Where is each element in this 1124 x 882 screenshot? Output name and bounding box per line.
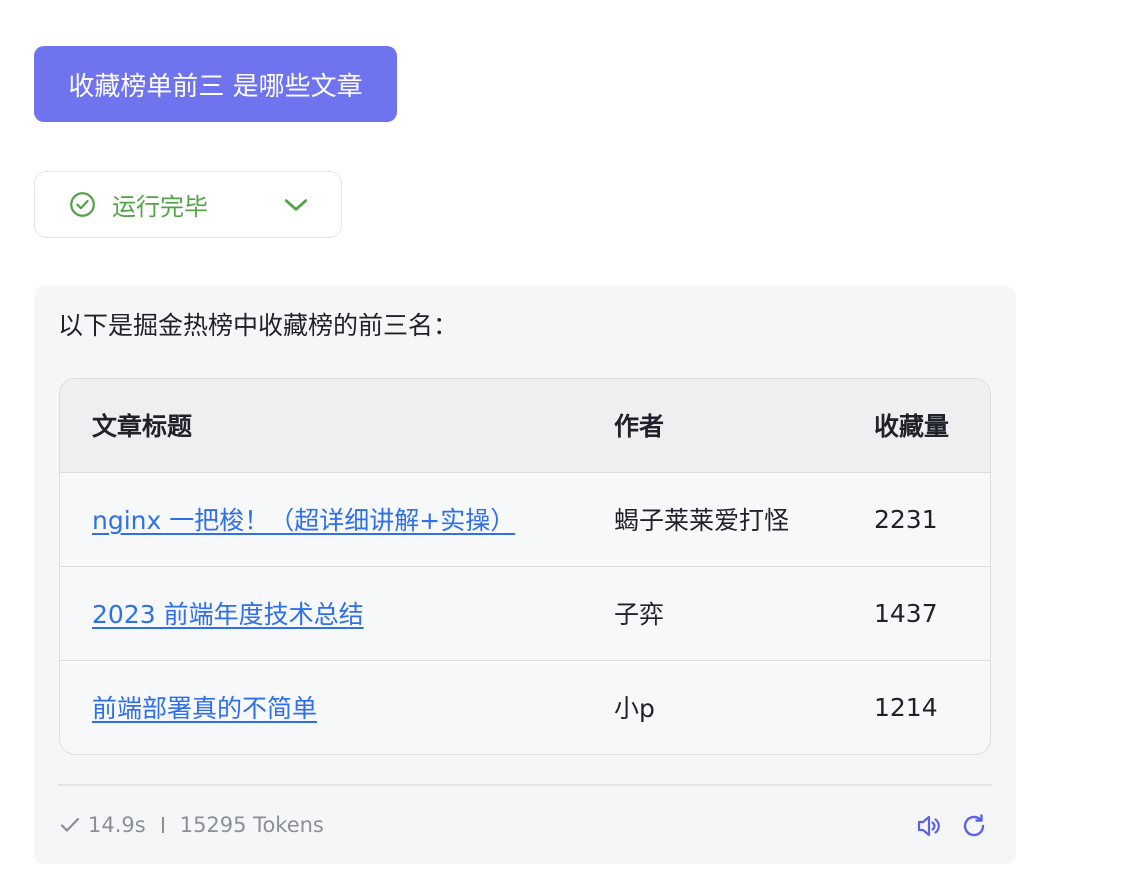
- article-link[interactable]: 前端部署真的不简单: [92, 694, 317, 723]
- answer-intro: 以下是掘金热榜中收藏榜的前三名：: [58, 311, 459, 340]
- user-message-text: 收藏榜单前三 是哪些文章: [68, 71, 363, 102]
- title-cell: 2023 前端年度技术总结: [60, 565, 614, 660]
- user-message-bubble: 收藏榜单前三 是哪些文章: [34, 46, 397, 122]
- article-link[interactable]: 2023 前端年度技术总结: [92, 600, 364, 629]
- run-status-toggle[interactable]: 运行完毕: [34, 171, 342, 238]
- author-cell: 蝎子莱莱爱打怪: [614, 471, 874, 566]
- response-meta: 14.9s 15295 Tokens: [60, 813, 324, 837]
- ranking-table: 文章标题 作者 收藏量 nginx 一把梭！（超详细讲解+实操） 蝎子莱莱爱打怪…: [59, 378, 991, 755]
- token-count: 15295 Tokens: [179, 813, 324, 837]
- header-title: 文章标题: [92, 412, 193, 442]
- run-status-label: 运行完毕: [112, 193, 208, 221]
- footer-divider: [58, 784, 992, 786]
- count-cell: 2231: [874, 471, 990, 566]
- count-cell: 1437: [874, 565, 990, 660]
- author-cell: 小p: [614, 659, 874, 754]
- checkmark-icon: [60, 817, 80, 832]
- table-row: nginx 一把梭！（超详细讲解+实操） 蝎子莱莱爱打怪 2231: [60, 471, 990, 566]
- title-cell: nginx 一把梭！（超详细讲解+实操）: [60, 471, 614, 566]
- meta-separator: [161, 817, 164, 833]
- chevron-down-icon[interactable]: [283, 194, 309, 216]
- title-cell: 前端部署真的不简单: [60, 659, 614, 754]
- table-row: 前端部署真的不简单 小p 1214: [60, 659, 990, 754]
- table-header-row: 文章标题 作者 收藏量: [60, 379, 990, 472]
- response-duration: 14.9s: [88, 813, 146, 837]
- response-actions: [914, 812, 988, 840]
- header-count: 收藏量: [874, 412, 950, 442]
- speaker-icon[interactable]: [914, 812, 942, 840]
- answer-card: 以下是掘金热榜中收藏榜的前三名： 文章标题 作者 收藏量 nginx 一把梭！（…: [34, 286, 1016, 864]
- check-circle-icon: [70, 192, 95, 217]
- article-link[interactable]: nginx 一把梭！（超详细讲解+实操）: [92, 506, 515, 535]
- refresh-icon[interactable]: [960, 812, 988, 840]
- count-cell: 1214: [874, 659, 990, 754]
- header-author: 作者: [614, 412, 665, 442]
- table-row: 2023 前端年度技术总结 子弈 1437: [60, 565, 990, 660]
- author-cell: 子弈: [614, 565, 874, 660]
